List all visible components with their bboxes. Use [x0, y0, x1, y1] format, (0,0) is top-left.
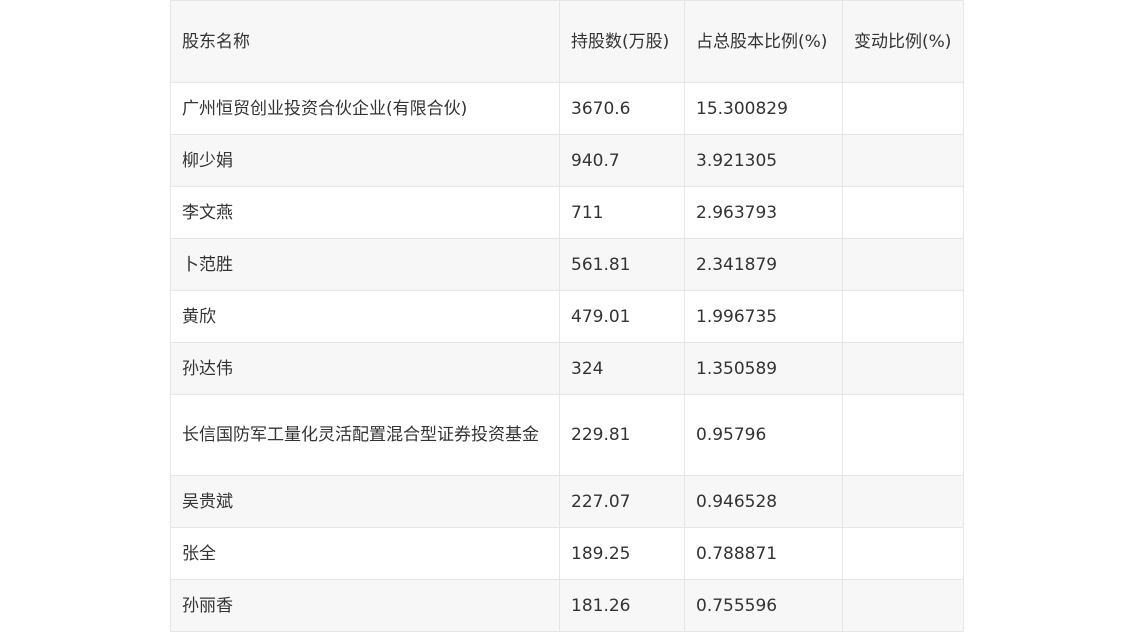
cell-shareholder-name: 黄欣 — [170, 290, 560, 343]
cell-shares: 229.81 — [559, 394, 685, 476]
cell-share-ratio: 2.341879 — [684, 238, 843, 291]
cell-share-ratio: 0.755596 — [684, 579, 843, 632]
cell-shareholder-name: 李文燕 — [170, 186, 560, 239]
header-share-ratio: 占总股本比例(%) — [684, 0, 843, 83]
cell-shares: 3670.6 — [559, 82, 685, 135]
cell-share-ratio: 15.300829 — [684, 82, 843, 135]
cell-change-ratio — [842, 342, 964, 395]
table-row: 卜范胜 561.81 2.341879 — [170, 238, 964, 291]
cell-change-ratio — [842, 527, 964, 580]
cell-change-ratio — [842, 290, 964, 343]
cell-shares: 324 — [559, 342, 685, 395]
table-row: 吴贵斌 227.07 0.946528 — [170, 475, 964, 528]
cell-shareholder-name: 张全 — [170, 527, 560, 580]
table-row: 长信国防军工量化灵活配置混合型证券投资基金 229.81 0.95796 — [170, 394, 964, 476]
cell-shares: 181.26 — [559, 579, 685, 632]
cell-share-ratio: 0.946528 — [684, 475, 843, 528]
cell-share-ratio: 0.788871 — [684, 527, 843, 580]
cell-change-ratio — [842, 475, 964, 528]
cell-share-ratio: 2.963793 — [684, 186, 843, 239]
cell-shares: 711 — [559, 186, 685, 239]
table-row: 柳少娟 940.7 3.921305 — [170, 134, 964, 187]
table-row: 张全 189.25 0.788871 — [170, 527, 964, 580]
cell-share-ratio: 0.95796 — [684, 394, 843, 476]
cell-shareholder-name: 长信国防军工量化灵活配置混合型证券投资基金 — [170, 394, 560, 476]
cell-share-ratio: 1.350589 — [684, 342, 843, 395]
table-row: 黄欣 479.01 1.996735 — [170, 290, 964, 343]
cell-change-ratio — [842, 238, 964, 291]
cell-shares: 227.07 — [559, 475, 685, 528]
cell-shareholder-name: 卜范胜 — [170, 238, 560, 291]
cell-shareholder-name: 吴贵斌 — [170, 475, 560, 528]
table-row: 李文燕 711 2.963793 — [170, 186, 964, 239]
cell-share-ratio: 3.921305 — [684, 134, 843, 187]
cell-shares: 561.81 — [559, 238, 685, 291]
cell-shareholder-name: 孙达伟 — [170, 342, 560, 395]
table-row: 孙达伟 324 1.350589 — [170, 342, 964, 395]
cell-shareholder-name: 柳少娟 — [170, 134, 560, 187]
shareholder-table: 股东名称 持股数(万股) 占总股本比例(%) 变动比例(%) 广州恒贸创业投资合… — [170, 0, 964, 632]
cell-shareholder-name: 孙丽香 — [170, 579, 560, 632]
cell-change-ratio — [842, 134, 964, 187]
shareholder-table-container: 股东名称 持股数(万股) 占总股本比例(%) 变动比例(%) 广州恒贸创业投资合… — [170, 0, 964, 632]
table-header-row: 股东名称 持股数(万股) 占总股本比例(%) 变动比例(%) — [170, 0, 964, 83]
cell-shares: 479.01 — [559, 290, 685, 343]
cell-change-ratio — [842, 579, 964, 632]
table-row: 孙丽香 181.26 0.755596 — [170, 579, 964, 632]
header-shares: 持股数(万股) — [559, 0, 685, 83]
cell-change-ratio — [842, 394, 964, 476]
header-change-ratio: 变动比例(%) — [842, 0, 964, 83]
cell-share-ratio: 1.996735 — [684, 290, 843, 343]
cell-shareholder-name: 广州恒贸创业投资合伙企业(有限合伙) — [170, 82, 560, 135]
table-row: 广州恒贸创业投资合伙企业(有限合伙) 3670.6 15.300829 — [170, 82, 964, 135]
cell-change-ratio — [842, 82, 964, 135]
header-shareholder-name: 股东名称 — [170, 0, 560, 83]
cell-shares: 189.25 — [559, 527, 685, 580]
cell-shares: 940.7 — [559, 134, 685, 187]
cell-change-ratio — [842, 186, 964, 239]
